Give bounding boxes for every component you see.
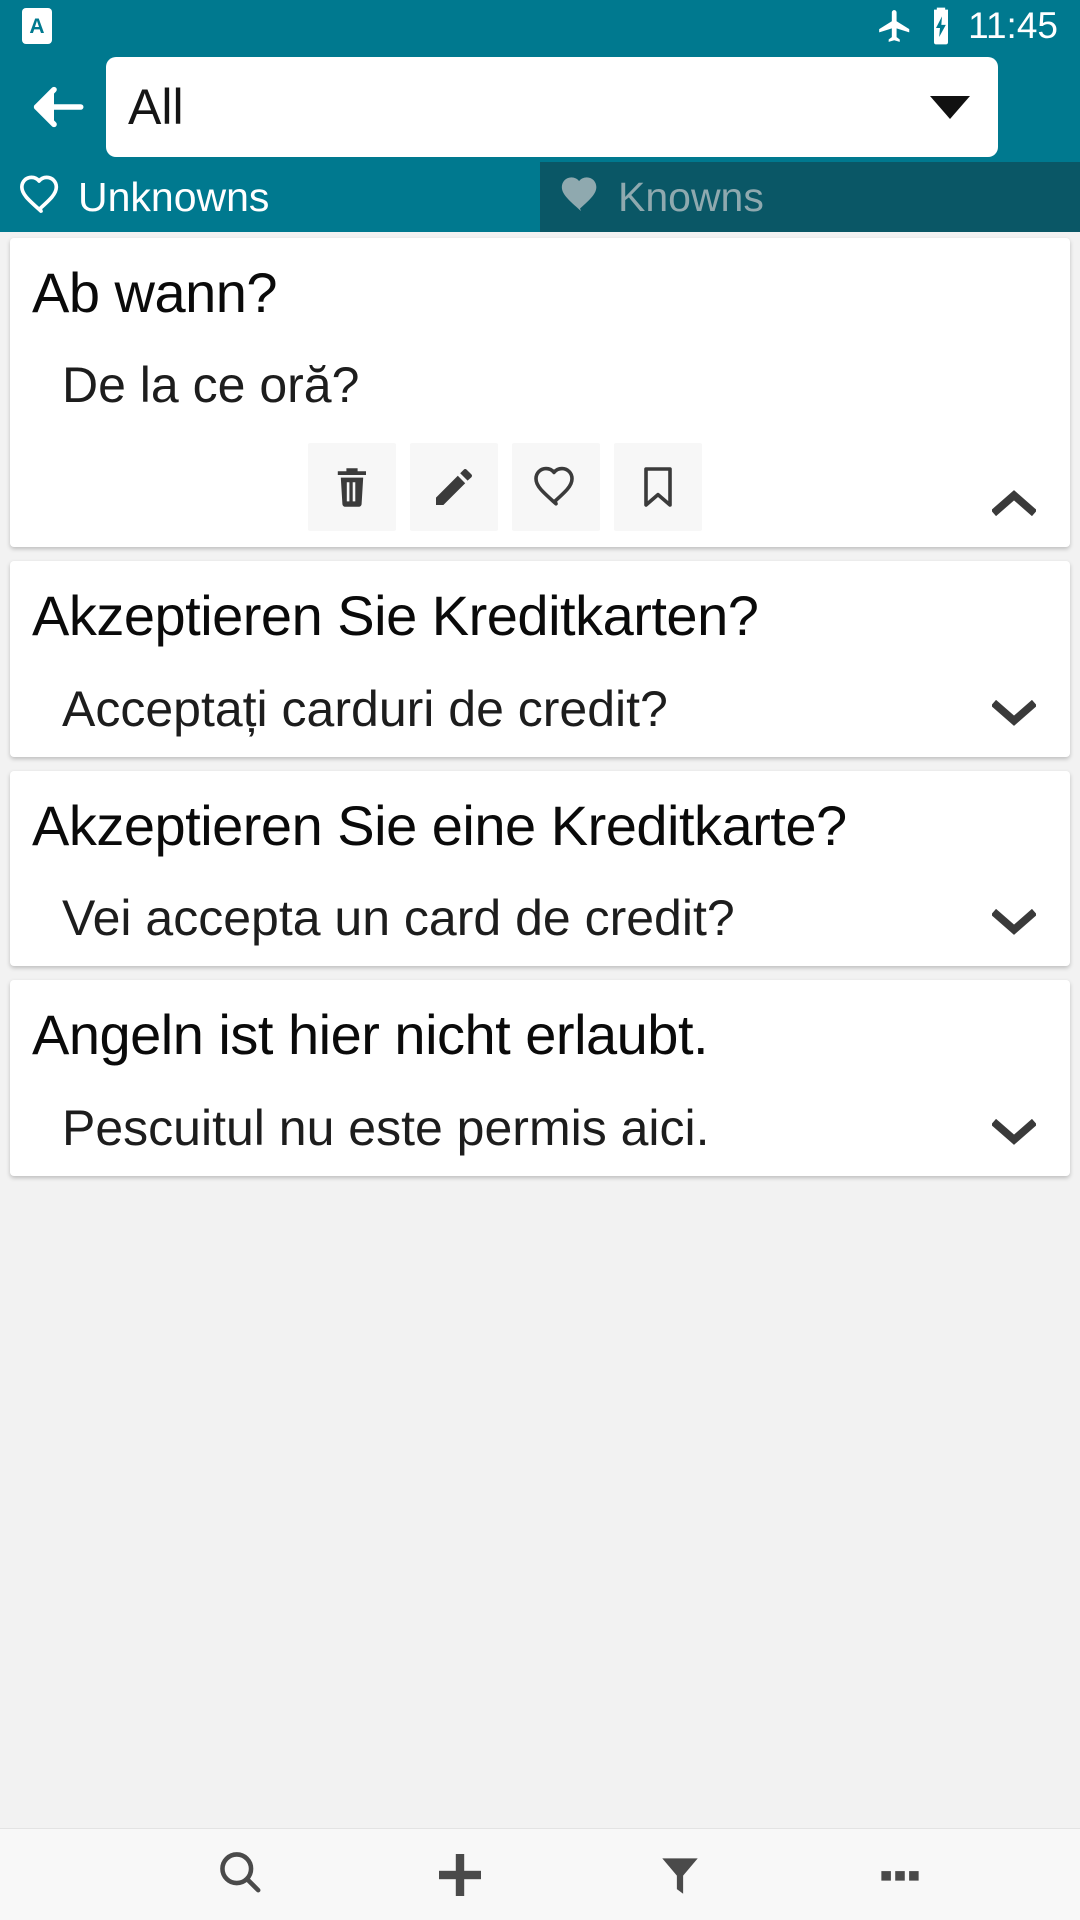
search-button[interactable] [180,1829,300,1920]
chevron-down-icon[interactable] [976,681,1052,745]
heart-filled-icon [558,172,604,223]
phrase-term: Akzeptieren Sie eine Kreditkarte? [32,793,847,857]
heart-outline-icon [18,172,64,223]
status-bar-left: A [22,8,52,44]
phrase-translation: De la ce oră? [62,357,360,414]
category-filter-value: All [128,79,184,135]
phrase-list[interactable]: Ab wann? De la ce oră? Akzeptieren Sie K… [0,232,1080,1828]
tab-bar: Unknowns Knowns [0,162,1080,232]
filter-funnel-icon [655,1850,705,1900]
bottom-toolbar [0,1828,1080,1920]
plus-icon [432,1847,488,1903]
chevron-up-icon[interactable] [976,471,1052,535]
airplane-mode-icon [876,7,914,45]
filter-button[interactable] [620,1829,740,1920]
phrase-term: Ab wann? [32,261,278,324]
app-notification-icon: A [22,8,52,44]
card-action-row [32,443,1048,532]
status-bar-right: 11:45 [876,5,1058,47]
status-bar: A 11:45 [0,0,1080,52]
phrase-translation: Vei accepta un card de credit? [62,890,735,947]
category-filter-spinner[interactable]: All [106,57,998,157]
phrase-term: Akzeptieren Sie Kreditkarten? [32,584,759,648]
edit-button[interactable] [410,443,498,532]
tab-unknowns-label: Unknowns [78,173,270,220]
bookmark-button[interactable] [614,443,702,532]
add-button[interactable] [400,1829,520,1920]
list-item[interactable]: Akzeptieren Sie eine Kreditkarte? Vei ac… [10,770,1070,967]
tab-knowns-label: Knowns [618,173,764,220]
tab-unknowns[interactable]: Unknowns [0,162,540,232]
app-root: A 11:45 All Unknowns Knowns Ab wann? De … [0,0,1080,1920]
delete-button[interactable] [308,443,396,532]
favorite-button[interactable] [512,443,600,532]
chevron-down-icon [930,95,970,119]
tab-knowns[interactable]: Knowns [540,162,1080,232]
more-options-button[interactable] [840,1829,960,1920]
list-item[interactable]: Angeln ist hier nicht erlaubt. Pescuitul… [10,980,1070,1176]
chevron-down-icon[interactable] [976,1100,1052,1164]
back-arrow-icon[interactable] [10,59,106,155]
app-badge-letter: A [29,14,45,38]
status-bar-clock: 11:45 [968,5,1058,46]
phrase-term: Angeln ist hier nicht erlaubt. [32,1003,709,1067]
list-item[interactable]: Ab wann? De la ce oră? [10,238,1070,548]
battery-charging-icon [928,6,954,46]
phrase-translation: Pescuitul nu este permis aici. [62,1099,710,1156]
list-item[interactable]: Akzeptieren Sie Kreditkarten? Acceptați … [10,561,1070,757]
overflow-dots-icon [874,1849,926,1901]
top-app-bar: All [0,52,1080,162]
search-icon [214,1846,266,1903]
chevron-down-icon[interactable] [976,890,1052,954]
phrase-translation: Acceptați carduri de credit? [62,680,668,737]
